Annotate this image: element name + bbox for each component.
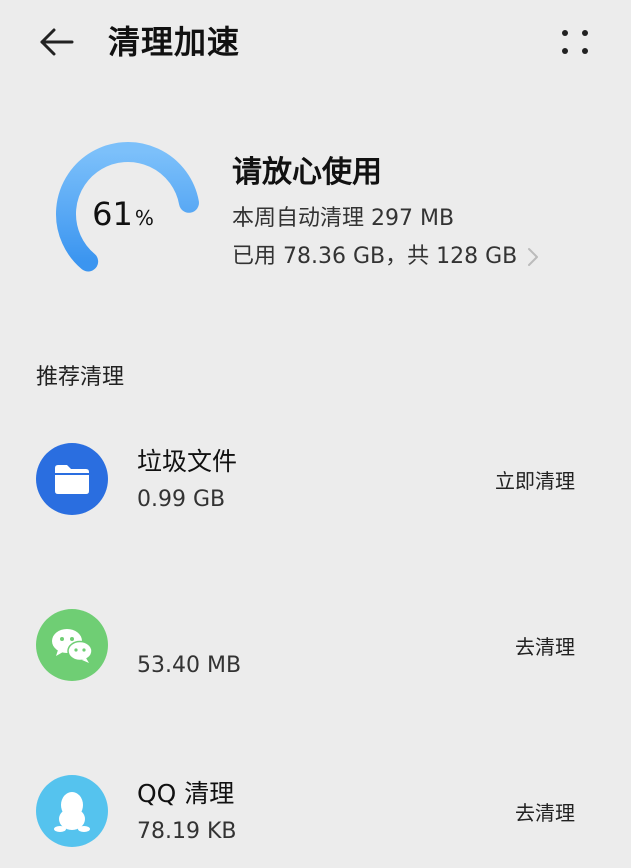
list-item-wechat[interactable]: 53.40 MB 去清理 <box>0 592 631 702</box>
folder-icon <box>55 465 89 494</box>
qq-icon-badge <box>36 775 108 847</box>
item-size: 0.99 GB <box>137 487 226 512</box>
storage-summary: 61% 请放心使用 本周自动清理 297 MB 已用 78.36 GB，共 12… <box>0 130 631 300</box>
wechat-icon <box>52 629 93 663</box>
clean-now-button[interactable]: 立即清理 <box>495 466 575 496</box>
junk-files-icon-badge <box>36 443 108 515</box>
storage-ring: 61% <box>48 134 208 294</box>
storage-usage-link[interactable]: 已用 78.36 GB，共 128 GB <box>232 240 539 274</box>
page-title: 清理加速 <box>108 23 241 61</box>
storage-usage-text: 已用 78.36 GB，共 128 GB <box>232 244 518 269</box>
more-options-button[interactable] <box>554 22 598 62</box>
go-clean-button[interactable]: 去清理 <box>515 632 575 662</box>
storage-status: 请放心使用 <box>232 155 382 190</box>
weekly-auto-clean: 本周自动清理 297 MB <box>232 206 455 231</box>
storage-percent-value: 61 <box>92 195 133 233</box>
item-size: 78.19 KB <box>137 819 237 844</box>
app-header: 清理加速 <box>0 0 631 90</box>
item-title: 垃圾文件 <box>137 447 238 476</box>
arrow-left-icon <box>40 28 74 56</box>
item-title: QQ 清理 <box>137 779 235 808</box>
item-size: 53.40 MB <box>137 653 242 678</box>
qq-penguin-icon <box>54 792 90 832</box>
recommend-section-title: 推荐清理 <box>36 365 125 390</box>
wechat-icon-badge <box>36 609 108 681</box>
go-clean-button[interactable]: 去清理 <box>515 798 575 828</box>
list-item-junk-files[interactable]: 垃圾文件 0.99 GB 立即清理 <box>0 426 631 536</box>
back-button[interactable] <box>32 22 80 62</box>
storage-percent: 61% <box>48 134 198 294</box>
chevron-right-icon <box>528 248 539 266</box>
storage-percent-sign: % <box>134 206 154 230</box>
list-item-qq[interactable]: QQ 清理 78.19 KB 去清理 <box>0 758 631 868</box>
